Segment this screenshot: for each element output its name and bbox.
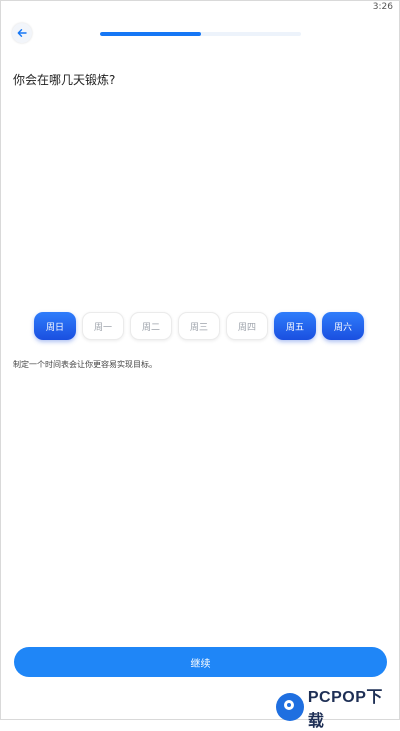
day-toggle-fri[interactable]: 周五 (274, 312, 316, 340)
day-toggle-sun[interactable]: 周日 (34, 312, 76, 340)
continue-button[interactable]: 继续 (14, 647, 387, 677)
pcpop-logo-icon (276, 693, 304, 721)
day-toggle-sat[interactable]: 周六 (322, 312, 364, 340)
day-toggle-tue[interactable]: 周二 (130, 312, 172, 340)
day-selector: 周日 周一 周二 周三 周四 周五 周六 (34, 312, 364, 340)
watermark-text: PCPOP下载 (307, 689, 383, 730)
back-button[interactable] (12, 23, 32, 43)
arrow-left-icon (17, 29, 27, 37)
app-screen: 3:26 你会在哪几天锻炼? 周日 周一 周二 周三 周四 周五 周六 制定一个… (0, 0, 400, 730)
day-toggle-wed[interactable]: 周三 (178, 312, 220, 340)
day-toggle-mon[interactable]: 周一 (82, 312, 124, 340)
progress-bar (100, 32, 301, 36)
progress-fill (100, 32, 201, 36)
status-time: 3:26 (372, 2, 393, 12)
watermark: PCPOP下载 (276, 683, 399, 731)
hint-text: 制定一个时间表会让你更容易实现目标。 (13, 360, 157, 369)
page-title: 你会在哪几天锻炼? (13, 73, 116, 87)
day-toggle-thu[interactable]: 周四 (226, 312, 268, 340)
